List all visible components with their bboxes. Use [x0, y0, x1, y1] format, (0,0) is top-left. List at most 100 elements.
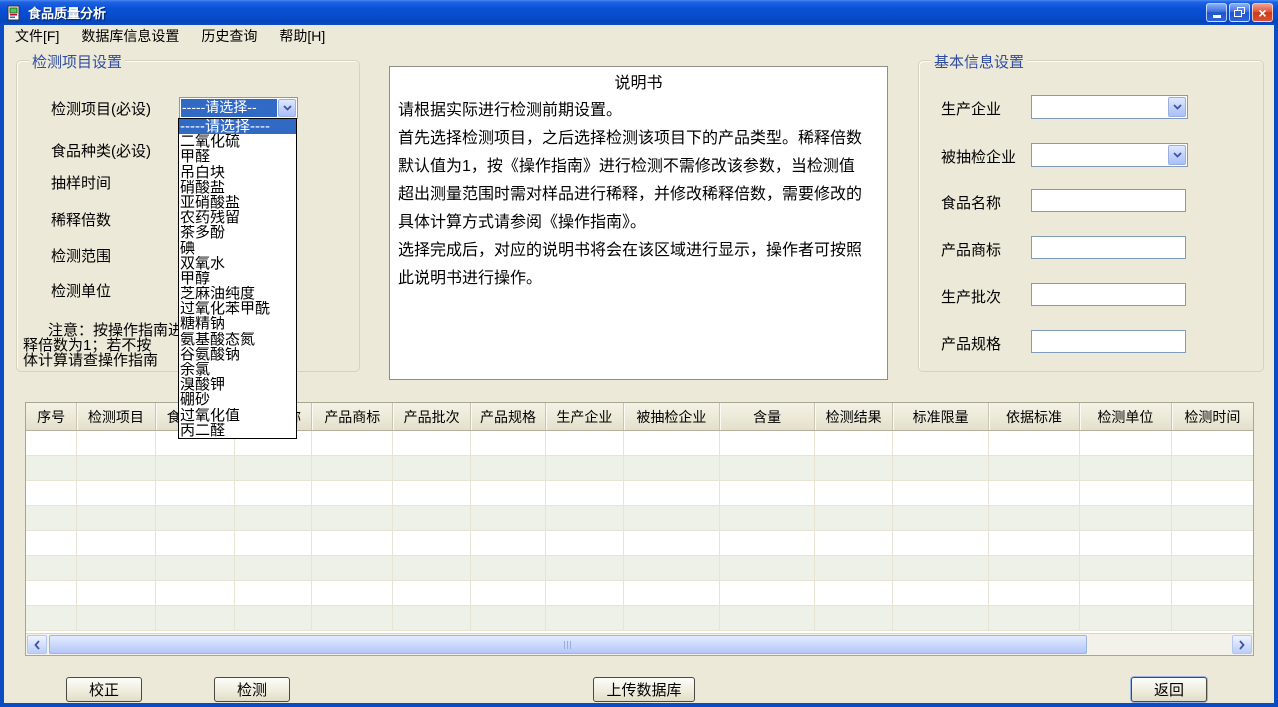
menu-item-0[interactable]: 文件[F]: [4, 24, 70, 48]
horizontal-scrollbar[interactable]: [26, 633, 1253, 655]
dropdown-item-6[interactable]: 农药残留: [179, 210, 296, 225]
table-cell: [815, 581, 893, 605]
basic-info-title: 基本信息设置: [931, 51, 1027, 72]
dropdown-item-12[interactable]: 过氧化苯甲酰: [179, 301, 296, 316]
dropdown-item-20[interactable]: 丙二醛: [179, 423, 296, 438]
table-cell: [1172, 531, 1253, 555]
back-button[interactable]: 返回: [1131, 677, 1207, 702]
table-header-14[interactable]: 检测时间: [1172, 403, 1253, 430]
table-cell: [989, 431, 1080, 455]
dropdown-item-10[interactable]: 甲醇: [179, 271, 296, 286]
basic-info-input-3[interactable]: [1031, 236, 1186, 259]
dropdown-item-11[interactable]: 芝麻油纯度: [179, 286, 296, 301]
basic-info-combobox-0[interactable]: [1031, 95, 1188, 119]
dropdown-item-17[interactable]: 溴酸钾: [179, 377, 296, 392]
detect-field-label-3: 稀释倍数: [51, 209, 111, 230]
basic-info-input-4[interactable]: [1031, 283, 1186, 306]
table-cell: [989, 581, 1080, 605]
table-cell: [893, 431, 989, 455]
table-cell: [235, 481, 312, 505]
close-button[interactable]: ×: [1252, 3, 1273, 22]
dropdown-item-13[interactable]: 糖精钠: [179, 316, 296, 331]
table-cell: [815, 456, 893, 480]
dropdown-item-8[interactable]: 碘: [179, 241, 296, 256]
table-cell: [1080, 481, 1172, 505]
dropdown-item-2[interactable]: 甲醛: [179, 149, 296, 164]
table-header-6[interactable]: 产品规格: [471, 403, 546, 430]
scrollbar-grip: [564, 641, 573, 649]
scroll-left-button[interactable]: [27, 635, 47, 654]
table-cell: [393, 531, 470, 555]
table-header-4[interactable]: 产品商标: [312, 403, 393, 430]
table-header-7[interactable]: 生产企业: [546, 403, 623, 430]
table-cell: [312, 606, 393, 630]
menu-item-2[interactable]: 历史查询: [190, 24, 268, 48]
table-cell: [1080, 556, 1172, 580]
table-cell: [893, 506, 989, 530]
table-header-12[interactable]: 依据标准: [989, 403, 1080, 430]
basic-info-combobox-1[interactable]: [1031, 143, 1188, 167]
manual-line-3: 超出测量范围时需对样品进行稀释，并修改稀释倍数，需要修改的: [398, 181, 879, 209]
restore-button[interactable]: [1229, 3, 1250, 22]
table-header-13[interactable]: 检测单位: [1080, 403, 1172, 430]
calibrate-button[interactable]: 校正: [66, 677, 142, 702]
table-cell: [720, 481, 815, 505]
basic-info-label-5: 产品规格: [941, 333, 1001, 354]
menu-item-3[interactable]: 帮助[H]: [268, 24, 336, 48]
table-header-1[interactable]: 检测项目: [77, 403, 155, 430]
table-cell: [546, 606, 623, 630]
table-cell: [1080, 581, 1172, 605]
detect-button[interactable]: 检测: [214, 677, 290, 702]
minimize-button[interactable]: [1206, 3, 1227, 22]
upload-database-button[interactable]: 上传数据库: [593, 677, 695, 702]
dropdown-item-15[interactable]: 谷氨酸钠: [179, 347, 296, 362]
table-header-8[interactable]: 被抽检企业: [624, 403, 721, 430]
dropdown-item-18[interactable]: 硼砂: [179, 392, 296, 407]
dropdown-item-5[interactable]: 亚硝酸盐: [179, 195, 296, 210]
dropdown-item-16[interactable]: 余氯: [179, 362, 296, 377]
table-cell: [393, 431, 470, 455]
table-cell: [989, 481, 1080, 505]
table-cell: [77, 581, 155, 605]
table-cell: [156, 481, 235, 505]
scroll-right-button[interactable]: [1232, 635, 1252, 654]
table-header-5[interactable]: 产品批次: [393, 403, 470, 430]
table-cell: [720, 456, 815, 480]
table-cell: [393, 456, 470, 480]
dropdown-item-19[interactable]: 过氧化值: [179, 408, 296, 423]
window-frame: [0, 703, 1278, 707]
table-cell: [312, 581, 393, 605]
dropdown-item-14[interactable]: 氨基酸态氮: [179, 332, 296, 347]
detect-item-combobox[interactable]: -----请选择--: [179, 97, 298, 119]
dropdown-item-3[interactable]: 吊白块: [179, 165, 296, 180]
dropdown-item-7[interactable]: 茶多酚: [179, 225, 296, 240]
table-header-10[interactable]: 检测结果: [815, 403, 893, 430]
scrollbar-thumb[interactable]: [49, 635, 1087, 654]
table-cell: [1080, 456, 1172, 480]
table-cell: [312, 556, 393, 580]
table-cell: [26, 481, 77, 505]
table-cell: [77, 531, 155, 555]
table-header-0[interactable]: 序号: [26, 403, 77, 430]
table-cell: [624, 431, 721, 455]
table-header-9[interactable]: 含量: [720, 403, 815, 430]
app-icon[interactable]: [7, 5, 23, 21]
menu-item-1[interactable]: 数据库信息设置: [70, 24, 190, 48]
basic-info-input-5[interactable]: [1031, 330, 1186, 353]
manual-line-5: 选择完成后，对应的说明书将会在该区域进行显示，操作者可按照: [398, 237, 879, 265]
combo-dropdown-button-0[interactable]: [1168, 97, 1186, 117]
detect-field-label-4: 检测范围: [51, 245, 111, 266]
chevron-down-icon: [1173, 104, 1182, 110]
table-header-11[interactable]: 标准限量: [893, 403, 989, 430]
table-cell: [471, 481, 546, 505]
dropdown-item-4[interactable]: 硝酸盐: [179, 180, 296, 195]
combo-dropdown-button[interactable]: [278, 99, 296, 117]
table-cell: [546, 431, 623, 455]
basic-info-input-2[interactable]: [1031, 189, 1186, 212]
dropdown-item-0[interactable]: -----请选择----: [179, 119, 296, 134]
table-cell: [312, 531, 393, 555]
dropdown-item-9[interactable]: 双氧水: [179, 256, 296, 271]
combo-dropdown-button-1[interactable]: [1168, 145, 1186, 165]
dropdown-item-1[interactable]: 二氧化硫: [179, 134, 296, 149]
table-cell: [235, 506, 312, 530]
